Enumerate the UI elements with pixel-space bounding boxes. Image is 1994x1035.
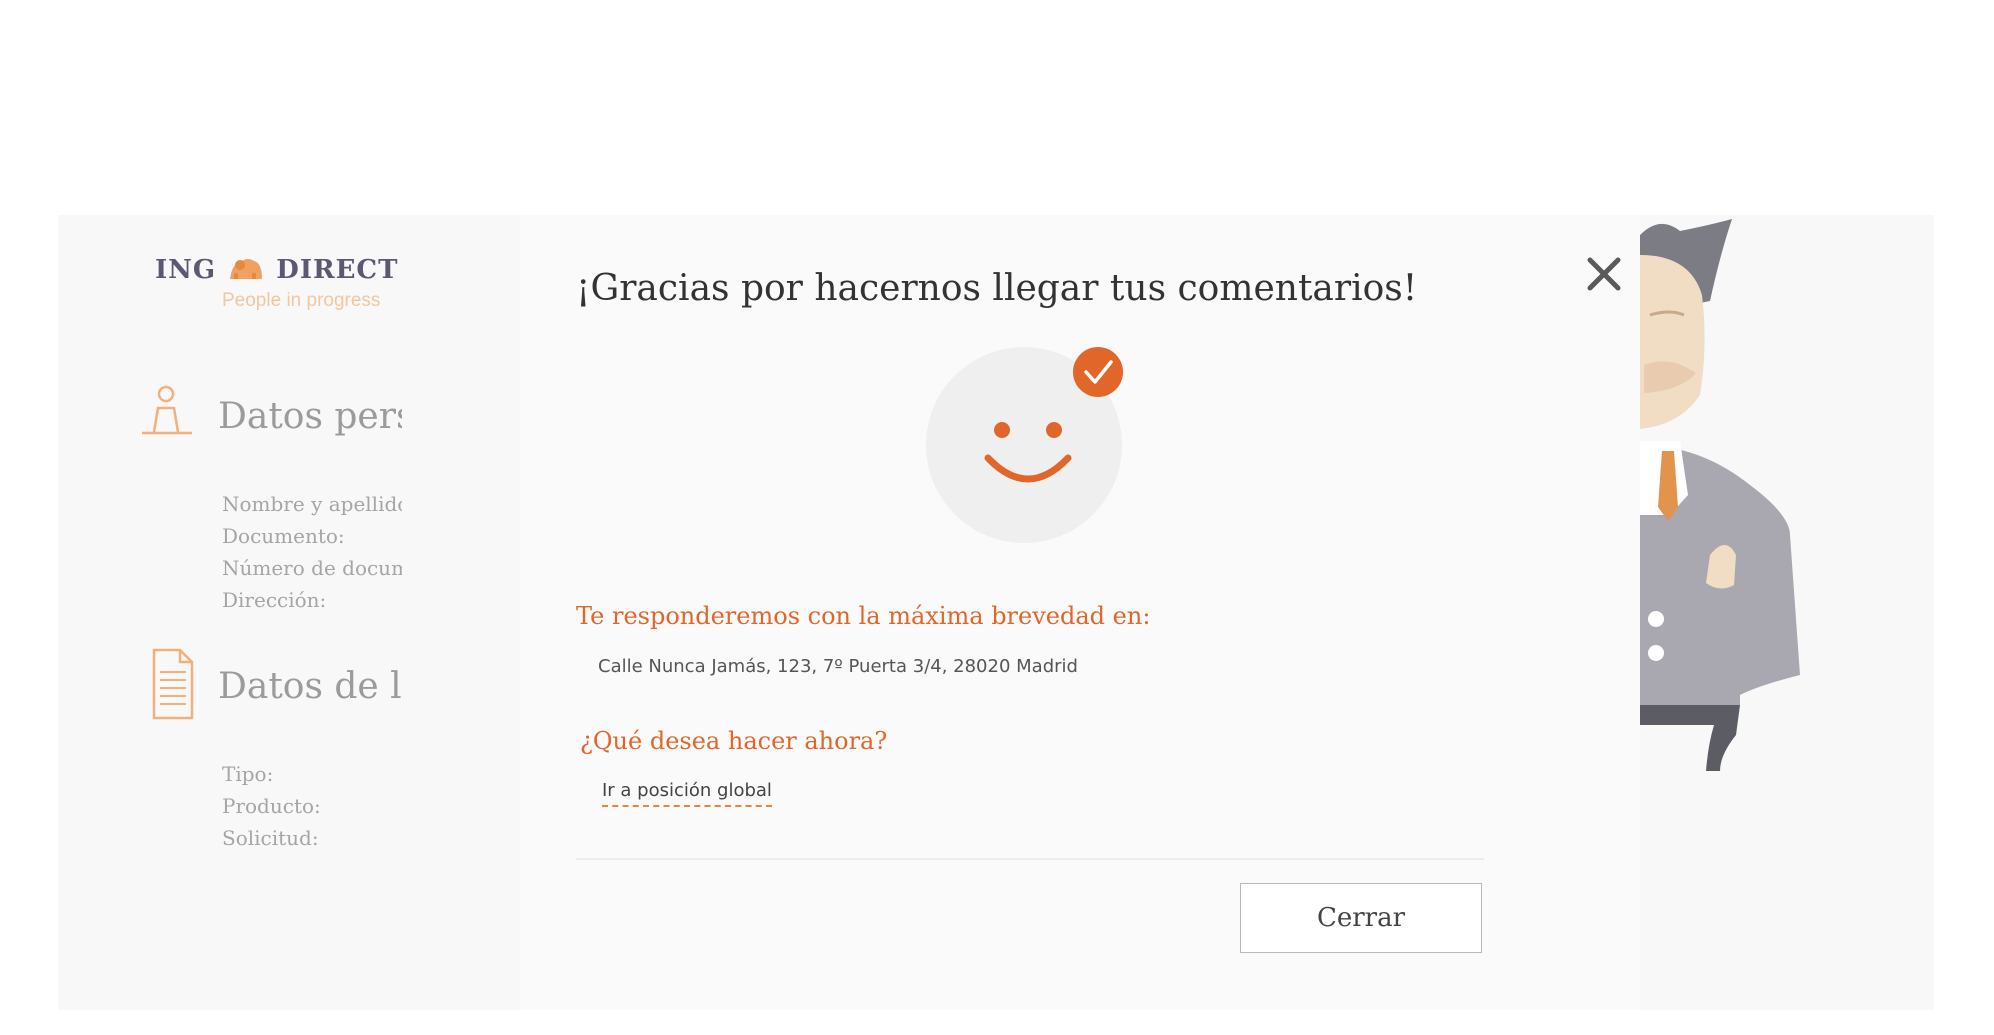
close-button[interactable]: Cerrar [1240, 883, 1482, 953]
section-request: Datos de la solicitud [140, 644, 402, 720]
contact-address: Calle Nunca Jamás, 123, 7º Puerta 3/4, 2… [598, 656, 1078, 677]
lion-logo-icon [230, 259, 263, 279]
global-position-link[interactable]: Ir a posición global [602, 780, 772, 807]
field-list: Tipo: Producto: Solicitud: [222, 758, 402, 854]
brand-name-right: DIRECT [276, 255, 399, 285]
mascot-illustration [1640, 219, 1800, 771]
section-personal: Datos personales [140, 380, 402, 450]
field-label: Número de documento: [222, 556, 402, 580]
smiley-check-icon [926, 347, 1123, 543]
field-label: Producto: [222, 794, 321, 818]
close-icon[interactable] [1584, 254, 1624, 294]
section-title: Datos personales [218, 396, 402, 437]
modal-title: ¡Gracias por hacernos llegar tus comenta… [576, 268, 1418, 309]
response-label: Te responderemos con la máxima brevedad … [576, 602, 1151, 630]
person-icon [142, 385, 192, 435]
brand-tagline: People in progress [222, 290, 381, 311]
field-label: Solicitud: [222, 826, 319, 850]
field-label: Nombre y apellidos: [222, 492, 402, 516]
background-form: Datos personales Nombre y apellidos: Doc… [140, 380, 402, 854]
document-icon [152, 648, 194, 720]
field-label: Documento: [222, 524, 345, 548]
brand-logo: ING DIRECT [155, 255, 398, 285]
section-title: Datos de la solicitud [218, 666, 402, 707]
brand-name-left: ING [155, 255, 217, 285]
divider [576, 858, 1484, 860]
field-label: Tipo: [222, 762, 274, 786]
next-action-label: ¿Qué desea hacer ahora? [580, 727, 888, 755]
field-label: Dirección: [222, 588, 327, 612]
field-list: Nombre y apellidos: Documento: Número de… [222, 488, 402, 616]
